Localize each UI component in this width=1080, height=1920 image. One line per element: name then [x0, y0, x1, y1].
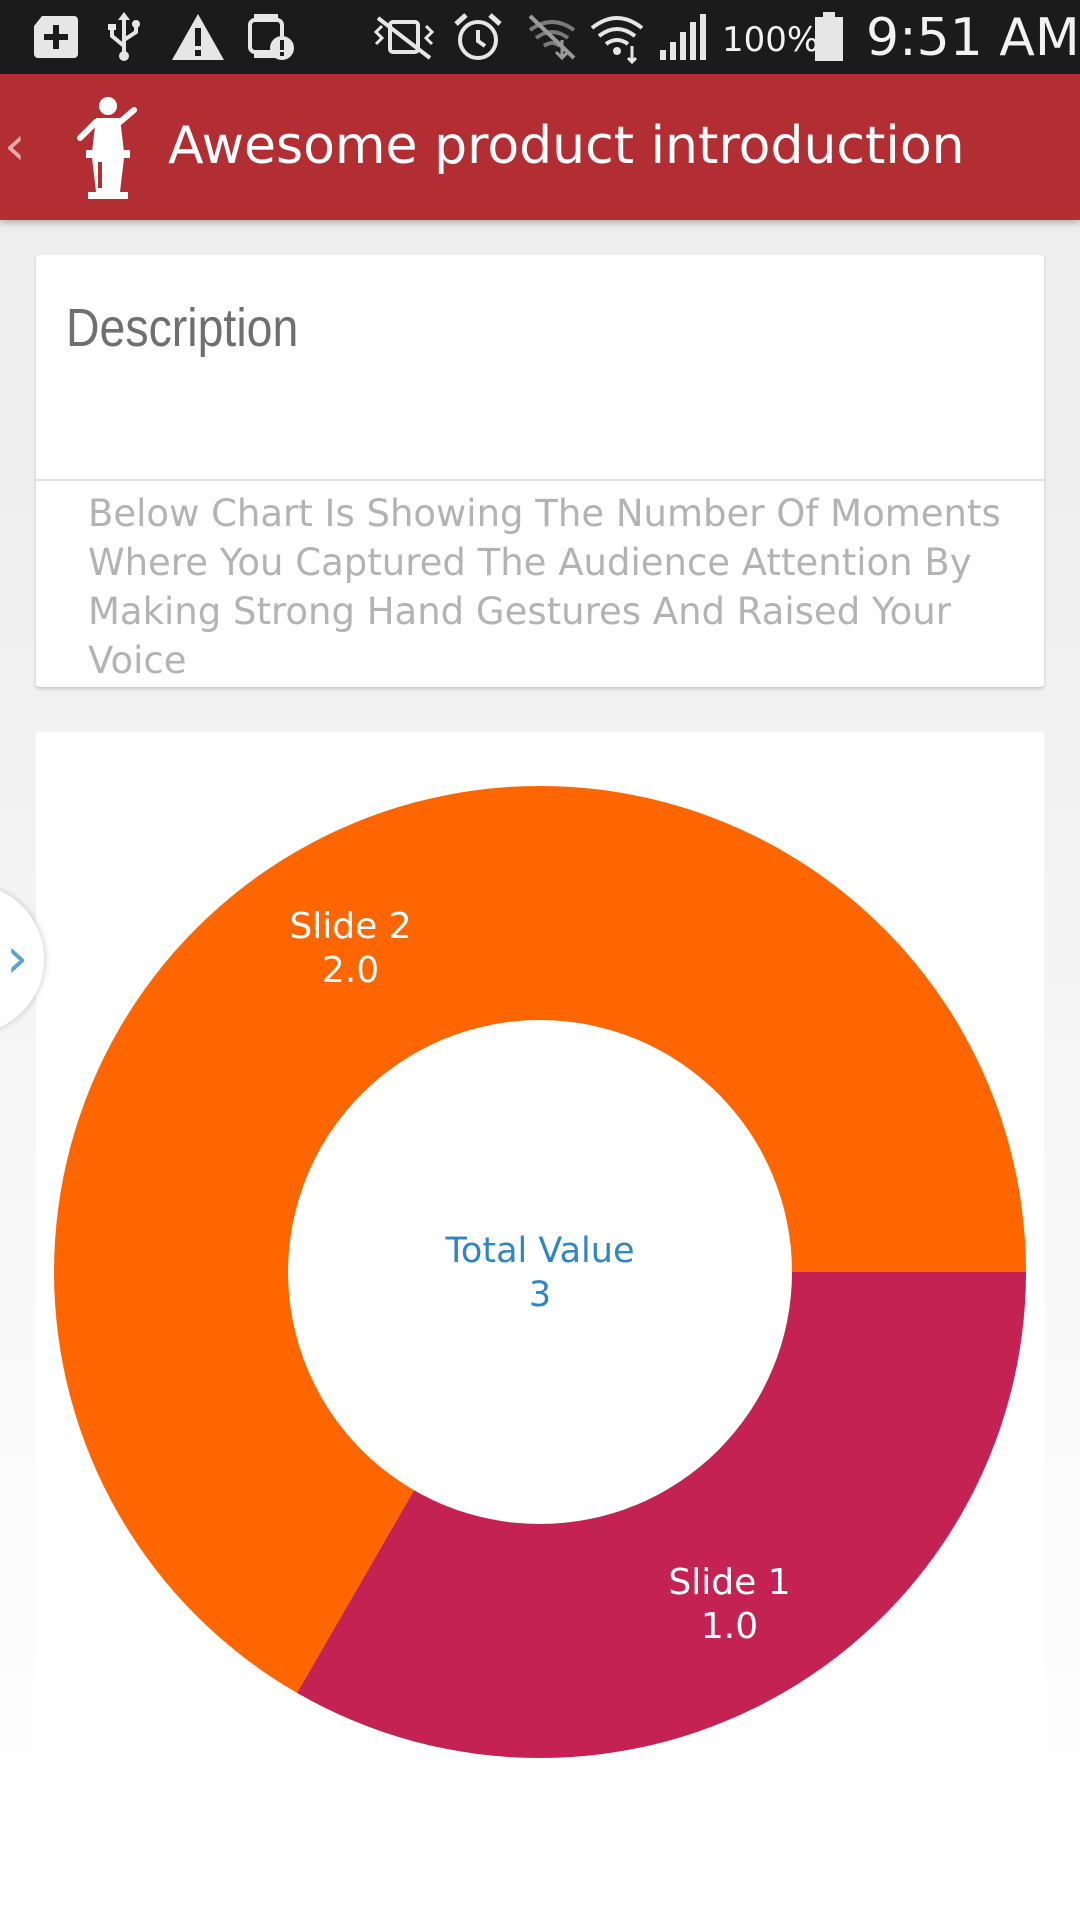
bluetooth-off-icon — [528, 14, 576, 61]
page-title: Awesome product introduction — [168, 116, 965, 176]
slice-label-value: 1.0 — [701, 1606, 758, 1647]
back-button[interactable]: ‹ — [4, 114, 44, 178]
slice-label-value: 2.0 — [322, 950, 379, 991]
chart-card: Slide 1 1.0 Slide 2 2.0 Total Value 3 — [36, 732, 1044, 1832]
donut-chart: Slide 11.0 Slide 22.0 Total Value 3 — [54, 785, 1026, 1758]
status-time: 9:51 AM — [866, 8, 1080, 68]
chevron-left-icon: ‹ — [4, 114, 26, 177]
chevron-right-icon: › — [6, 926, 29, 991]
add-box-icon — [34, 16, 78, 58]
donut-hole — [288, 1020, 792, 1524]
battery-percent: 100% — [722, 20, 820, 60]
slice-label-name: Slide 2 — [289, 906, 411, 947]
description-card: Description Below Chart Is Showing The N… — [36, 255, 1044, 687]
description-divider — [36, 479, 1044, 481]
slice-label-name: Slide 1 — [668, 1562, 790, 1603]
description-text: Below Chart Is Showing The Number Of Mom… — [88, 492, 1001, 682]
center-value: 3 — [529, 1275, 551, 1315]
status-bar: 100% 9:51 AM — [0, 0, 1080, 74]
app-bar: ‹ Awesome product introduction — [0, 74, 1080, 220]
speaker-podium-icon — [77, 97, 137, 199]
alarm-icon — [454, 13, 502, 60]
warning-icon — [172, 14, 224, 60]
wifi-icon — [590, 16, 644, 64]
vibrate-off-icon — [373, 16, 435, 60]
description-heading: Description — [66, 298, 299, 358]
center-label: Total Value — [445, 1231, 635, 1271]
signal-icon — [660, 14, 706, 60]
battery-icon — [815, 12, 843, 61]
usb-icon — [108, 12, 140, 61]
watch-alert-icon — [248, 14, 294, 60]
